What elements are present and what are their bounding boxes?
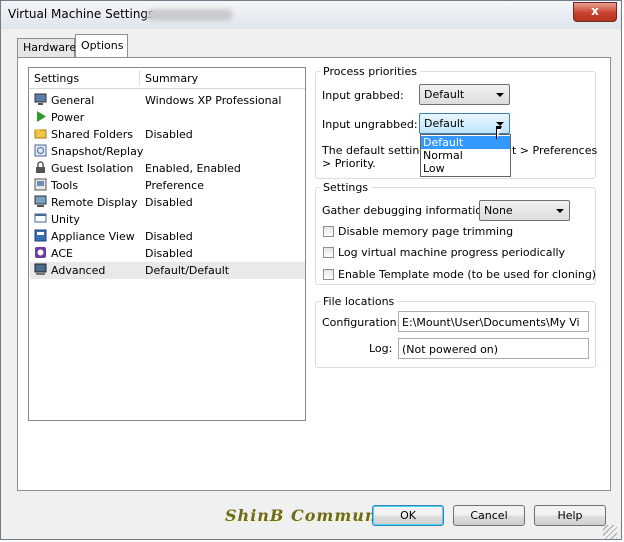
- input-ungrabbed-dropdown[interactable]: Default Normal Low: [420, 134, 511, 177]
- list-item-power[interactable]: Power: [30, 109, 305, 126]
- mouse-cursor-fill: [497, 129, 501, 138]
- lock-icon: [34, 161, 47, 174]
- debug-info-value: None: [484, 204, 513, 217]
- appliance-icon: [34, 229, 47, 242]
- list-item-snapshot-replay[interactable]: Snapshot/Replay: [30, 143, 305, 160]
- remote-display-icon: [34, 195, 47, 208]
- window-title: Virtual Machine Settings: [8, 7, 155, 21]
- monitor-icon: [34, 93, 47, 106]
- list-item-appliance-view[interactable]: Appliance View Disabled: [30, 228, 305, 245]
- column-header-settings[interactable]: Settings: [34, 72, 79, 85]
- log-progress-label[interactable]: Log virtual machine progress periodicall…: [338, 246, 565, 259]
- list-item-summary: Default/Default: [145, 264, 230, 277]
- list-item-summary: Preference: [145, 179, 204, 192]
- title-redaction: [147, 9, 233, 21]
- list-item-shared-folders[interactable]: Shared Folders Disabled: [30, 126, 305, 143]
- priority-note-line2: > Priority.: [322, 157, 376, 170]
- dropdown-option-low[interactable]: Low: [421, 162, 510, 175]
- settings-window: Virtual Machine Settings x Hardware Opti…: [0, 0, 622, 540]
- list-item-guest-isolation[interactable]: Guest Isolation Enabled, Enabled: [30, 160, 305, 177]
- list-item-remote-display[interactable]: Remote Display Disabled: [30, 194, 305, 211]
- cancel-button[interactable]: Cancel: [453, 505, 525, 526]
- tab-hardware[interactable]: Hardware: [17, 38, 76, 58]
- disable-memory-trimming-checkbox[interactable]: [323, 226, 334, 237]
- configuration-value: E:\Mount\User\Documents\My Vi: [402, 316, 580, 329]
- help-button[interactable]: Help: [534, 505, 606, 526]
- settings-group-label: Settings: [320, 181, 372, 194]
- title-bar[interactable]: Virtual Machine Settings x: [1, 1, 621, 29]
- log-label: Log:: [369, 342, 393, 355]
- template-mode-label[interactable]: Enable Template mode (to be used for clo…: [338, 268, 596, 281]
- column-divider[interactable]: [139, 70, 140, 86]
- list-item-summary: Disabled: [145, 247, 193, 260]
- list-item-label: Shared Folders: [51, 128, 133, 141]
- ace-icon: [34, 246, 47, 259]
- ok-button[interactable]: OK: [372, 505, 444, 526]
- list-item-label: Unity: [51, 213, 80, 226]
- list-item-summary: Disabled: [145, 128, 193, 141]
- disable-memory-trimming-label[interactable]: Disable memory page trimming: [338, 225, 513, 238]
- snapshot-icon: [34, 144, 47, 157]
- list-item-summary: Windows XP Professional: [145, 94, 282, 107]
- log-value: (Not powered on): [402, 343, 499, 356]
- input-grabbed-label: Input grabbed:: [322, 89, 404, 102]
- input-grabbed-select[interactable]: Default: [419, 84, 510, 105]
- debug-info-label: Gather debugging information: [322, 204, 489, 217]
- list-item-ace[interactable]: ACE Disabled: [30, 245, 305, 262]
- list-item-label: General: [51, 94, 95, 107]
- log-progress-checkbox[interactable]: [323, 247, 334, 258]
- list-item-label: Advanced: [51, 264, 106, 277]
- chevron-down-icon: [496, 93, 504, 97]
- dropdown-option-normal[interactable]: Normal: [421, 149, 510, 162]
- tab-options[interactable]: Options: [75, 34, 128, 58]
- folder-icon: [34, 127, 47, 140]
- play-icon: [34, 110, 47, 123]
- close-button[interactable]: x: [573, 2, 617, 22]
- resize-grip-icon[interactable]: [603, 525, 617, 539]
- configuration-field[interactable]: E:\Mount\User\Documents\My Vi: [398, 311, 589, 332]
- list-item-summary: Enabled, Enabled: [145, 162, 241, 175]
- input-grabbed-value: Default: [424, 88, 465, 101]
- column-header-summary[interactable]: Summary: [145, 72, 198, 85]
- list-item-summary: Disabled: [145, 196, 193, 209]
- unity-icon: [34, 212, 47, 225]
- list-item-label: Guest Isolation: [51, 162, 134, 175]
- list-item-label: Power: [51, 111, 85, 124]
- list-item-label: Snapshot/Replay: [51, 145, 144, 158]
- file-locations-label: File locations: [320, 295, 398, 308]
- configuration-label: Configuration:: [322, 316, 401, 329]
- input-ungrabbed-value: Default: [424, 117, 465, 130]
- log-field[interactable]: (Not powered on): [398, 338, 589, 359]
- process-priorities-label: Process priorities: [320, 65, 420, 78]
- debug-info-select[interactable]: None: [479, 200, 570, 221]
- list-item-summary: Disabled: [145, 230, 193, 243]
- list-item-label: Remote Display: [51, 196, 138, 209]
- list-item-tools[interactable]: Tools Preference: [30, 177, 305, 194]
- list-item-advanced[interactable]: Advanced Default/Default: [30, 262, 305, 279]
- input-ungrabbed-label: Input ungrabbed:: [322, 118, 418, 131]
- list-item-label: Appliance View: [51, 230, 135, 243]
- template-mode-checkbox[interactable]: [323, 269, 334, 280]
- tools-icon: [34, 178, 47, 191]
- list-header: Settings Summary: [29, 68, 305, 89]
- list-item-label: Tools: [51, 179, 79, 192]
- advanced-icon: [34, 263, 47, 276]
- chevron-down-icon: [556, 209, 564, 213]
- list-item-unity[interactable]: Unity: [30, 211, 305, 228]
- list-item-label: ACE: [51, 247, 73, 260]
- priority-note-line1-start: The default settings: [322, 144, 433, 157]
- settings-list[interactable]: Settings Summary General Windows XP Prof…: [28, 67, 306, 421]
- list-item-general[interactable]: General Windows XP Professional: [30, 92, 305, 109]
- priority-note-line1-end: t > Preferences: [512, 144, 598, 157]
